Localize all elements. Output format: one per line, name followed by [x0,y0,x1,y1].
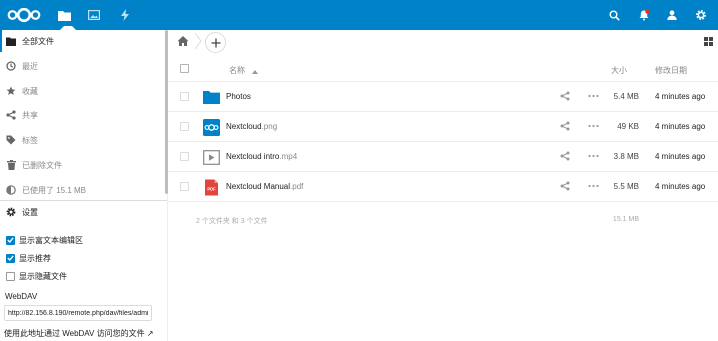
plus-icon [211,38,220,47]
file-size: 5.5 MB [613,182,639,191]
file-name[interactable]: Nextcloud Manual.pdf [226,182,303,191]
sidebar-item-label: 标签 [22,135,38,145]
more-actions-icon[interactable] [588,151,599,163]
home-icon[interactable] [177,35,189,47]
trash-icon [0,160,22,170]
file-name[interactable]: Nextcloud.png [226,122,277,131]
more-actions-icon[interactable] [588,91,599,103]
table-header: 名称 大小 修改日期 [168,56,718,82]
folder-icon [203,89,220,106]
quota-icon [0,185,22,195]
settings-label: 设置 [22,207,38,217]
checkbox-checked[interactable] [6,253,15,263]
notifications-icon[interactable] [629,0,659,30]
top-header [0,0,718,30]
row-checkbox[interactable] [180,182,189,191]
file-size: 49 KB [617,122,639,131]
table-row[interactable]: PDF Nextcloud Manual.pdf 5.5 MB 4 minute… [168,172,718,202]
new-file-button[interactable] [205,32,226,53]
option-rich-workspace[interactable]: 显示富文本编辑区 [6,232,83,248]
sidebar-settings-toggle[interactable]: 设置 [0,201,164,223]
video-file-icon [203,149,220,166]
more-actions-icon[interactable] [588,121,599,133]
breadcrumb-separator [194,32,202,50]
share-icon[interactable] [560,181,570,193]
file-size: 5.4 MB [613,92,639,101]
sidebar-item-label: 收藏 [22,86,38,96]
column-header-size[interactable]: 大小 [611,65,627,76]
sidebar-item-label: 已使用了 15.1 MB [22,185,87,195]
file-name[interactable]: Photos [226,92,251,101]
sidebar-item-favorites[interactable]: 收藏 [0,80,164,102]
table-row[interactable]: Nextcloud.png 49 KB 4 minutes ago [168,112,718,142]
file-summary: 2 个文件夹 和 3 个文件 [196,218,268,225]
checkbox-checked[interactable] [6,235,15,245]
settings-icon[interactable] [686,0,716,30]
star-icon [0,86,22,96]
photos-app-icon[interactable] [79,0,109,30]
file-size: 3.8 MB [613,152,639,161]
column-header-modified[interactable]: 修改日期 [655,65,687,76]
webdav-url-field[interactable] [4,305,152,321]
folder-icon [0,37,22,46]
file-list-area: 名称 大小 修改日期 Photos 5.4 MB 4 minutes ago N… [168,30,718,341]
share-icon[interactable] [560,91,570,103]
option-label: 显示推荐 [19,253,51,263]
sidebar-item-tags[interactable]: 标签 [0,129,164,151]
breadcrumb [168,30,718,54]
webdav-help-link[interactable]: 使用此地址通过 WebDAV 访问您的文件 ↗ [4,328,154,339]
file-modified: 4 minutes ago [655,152,706,161]
option-hidden-files[interactable]: 显示隐藏文件 [6,268,67,284]
files-app-icon[interactable] [49,0,79,30]
row-checkbox[interactable] [180,92,189,101]
search-icon[interactable] [599,0,629,30]
option-recommendations[interactable]: 显示推荐 [6,250,51,266]
column-header-name[interactable]: 名称 [229,65,245,76]
share-icon[interactable] [560,151,570,163]
image-thumbnail-icon [203,119,220,136]
sidebar-item-label: 共享 [22,110,38,120]
webdav-title: WebDAV [5,292,38,301]
tag-icon [0,135,22,145]
sidebar-item-label: 已删除文件 [22,160,62,170]
contacts-icon[interactable] [657,0,687,30]
share-icon[interactable] [560,121,570,133]
select-all-checkbox[interactable] [180,64,189,73]
row-checkbox[interactable] [180,122,189,131]
activity-app-icon[interactable] [110,0,140,30]
file-name[interactable]: Nextcloud intro.mp4 [226,152,297,161]
svg-text:PDF: PDF [207,187,216,192]
sidebar-item-label: 最近 [22,61,38,71]
file-modified: 4 minutes ago [655,182,706,191]
file-modified: 4 minutes ago [655,92,706,101]
share-icon [0,110,22,120]
sidebar-item-recent[interactable]: 最近 [0,55,164,77]
more-actions-icon[interactable] [588,181,599,193]
sidebar-item-quota[interactable]: 已使用了 15.1 MB [0,179,164,201]
total-size: 15.1 MB [612,216,639,223]
sidebar-item-all-files[interactable]: 全部文件 [0,30,164,52]
file-modified: 4 minutes ago [655,122,706,131]
gear-icon [0,207,22,217]
pdf-file-icon: PDF [203,179,220,196]
option-label: 显示隐藏文件 [19,271,67,281]
table-row[interactable]: Nextcloud intro.mp4 3.8 MB 4 minutes ago [168,142,718,172]
sidebar-item-label: 全部文件 [22,36,54,46]
checkbox-unchecked[interactable] [6,271,15,281]
sidebar-item-deleted-files[interactable]: 已删除文件 [0,154,164,176]
table-row[interactable]: Photos 5.4 MB 4 minutes ago [168,82,718,112]
option-label: 显示富文本编辑区 [19,235,83,245]
row-checkbox[interactable] [180,152,189,161]
clock-icon [0,61,22,71]
nextcloud-logo[interactable] [7,7,41,23]
grid-view-icon[interactable] [704,37,713,46]
sidebar-item-shares[interactable]: 共享 [0,104,164,126]
sort-ascending-icon[interactable] [252,67,258,76]
